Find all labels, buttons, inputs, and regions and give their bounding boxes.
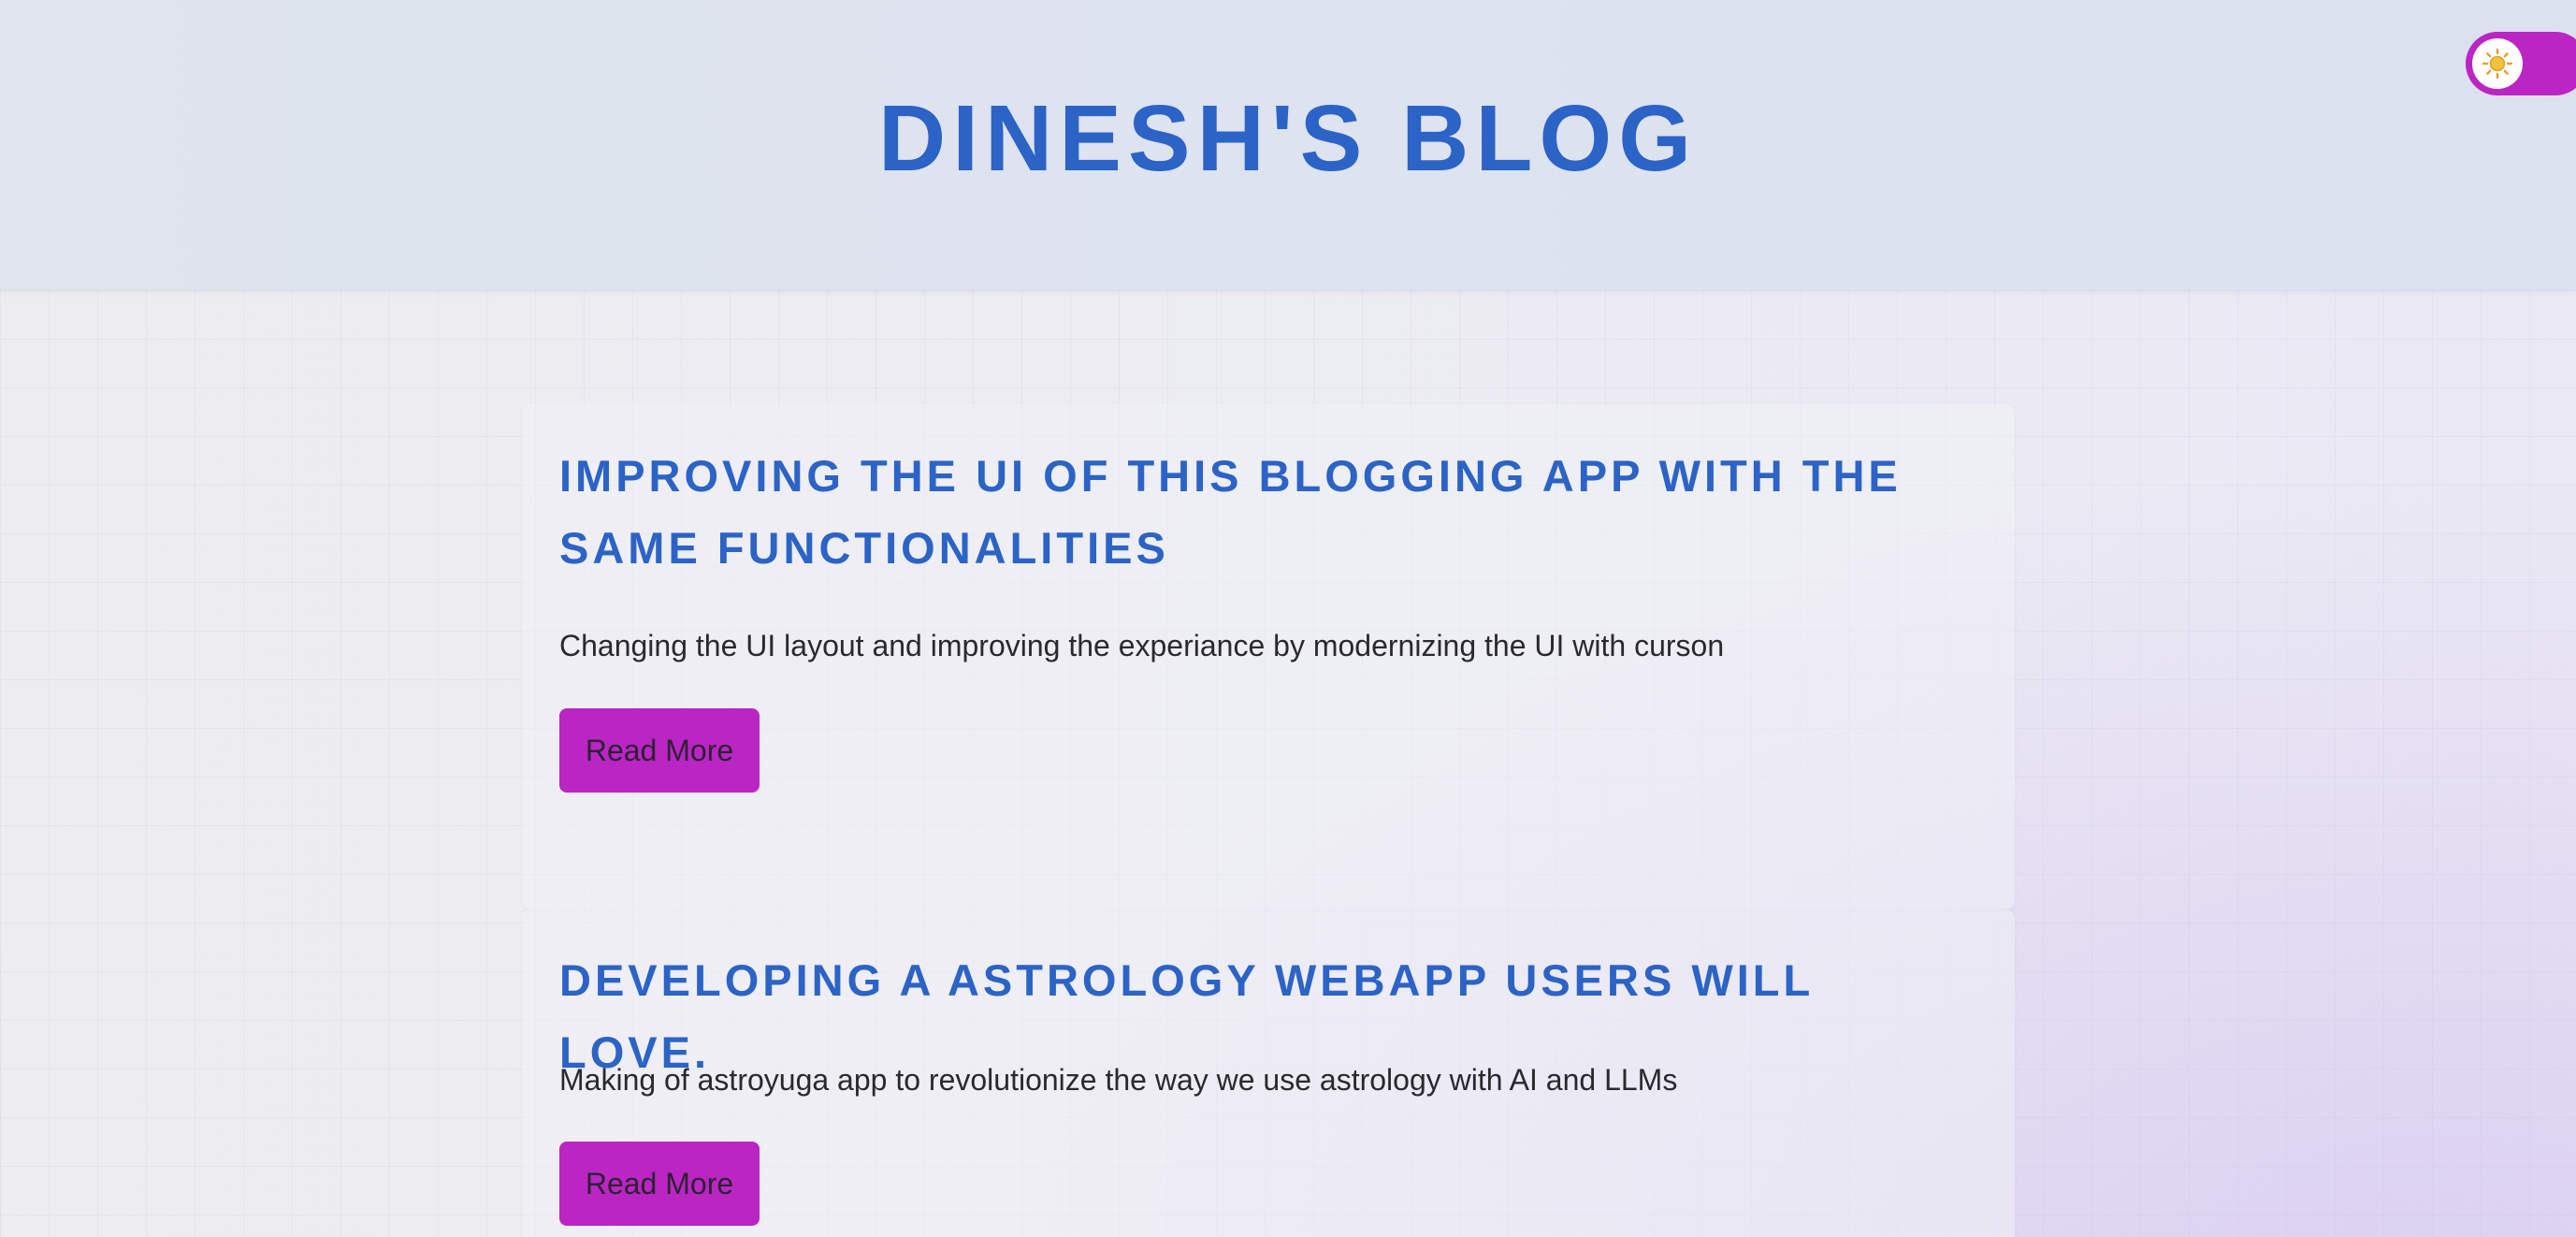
theme-toggle[interactable] — [2466, 32, 2576, 95]
post-summary: Changing the UI layout and improving the… — [559, 629, 1725, 662]
read-more-button[interactable]: Read More — [559, 1142, 760, 1226]
post-summary: Making of astroyuga app to revolutionize… — [559, 1063, 1678, 1097]
site-title: DINESH'S BLOG — [878, 86, 1698, 191]
toggle-knob — [2472, 38, 2523, 89]
post-title[interactable]: IMPROVING THE UI OF THIS BLOGGING APP WI… — [559, 440, 1944, 584]
sun-icon — [2482, 48, 2513, 80]
read-more-button[interactable]: Read More — [559, 708, 760, 793]
site-header: DINESH'S BLOG — [0, 0, 2576, 290]
